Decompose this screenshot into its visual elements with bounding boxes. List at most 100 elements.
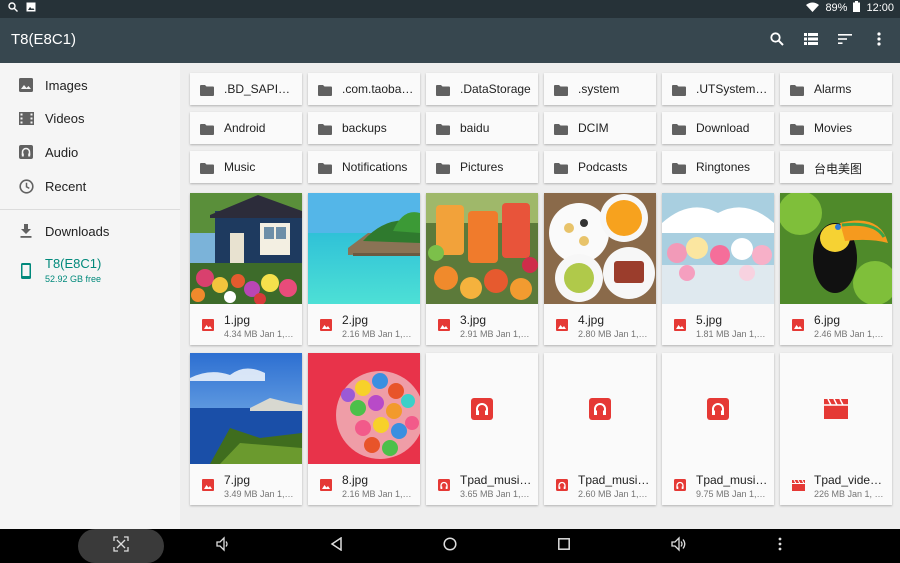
folder-item[interactable]: DCIM [544,112,656,144]
sidebar-item-audio[interactable]: Audio [0,137,180,167]
file-name: 6.jpg [814,313,841,327]
more-vert-icon[interactable] [870,30,888,48]
folder-item[interactable]: Ringtones [662,151,774,183]
folder-icon [790,161,804,179]
file-name: Tpad_music3.mp3 [696,473,768,487]
file-meta: 9.75 MB Jan 1, 2016 [696,489,768,499]
page-title: T8(E8C1) [11,31,77,48]
sort-icon[interactable] [836,30,854,48]
folder-icon [672,122,686,140]
file-meta: 3.49 MB Jan 1, 2016 [224,489,296,499]
sidebar-item-images[interactable]: Images [0,70,180,100]
folder-name: backups [342,121,387,135]
file-card[interactable]: 8.jpg 2.16 MB Jan 1, 2016 [308,353,420,505]
search-notification-icon [8,2,18,15]
folder-item[interactable]: .system [544,73,656,105]
folder-name: Notifications [342,160,408,174]
folder-name: baidu [460,121,490,135]
folder-icon [200,122,214,140]
video-file-icon [792,478,805,496]
folder-icon [200,161,214,179]
folder-name: Ringtones [696,160,751,174]
folder-item[interactable]: Movies [780,112,892,144]
folder-name: Alarms [814,82,852,96]
clock-time: 12:00 [866,2,894,14]
folder-icon [554,122,568,140]
file-meta: 2.60 MB Jan 1, 2016 [578,489,650,499]
image-file-icon [202,478,214,496]
folder-icon [318,122,332,140]
file-meta: 4.34 MB Jan 1, 2016 [224,329,296,339]
folder-item[interactable]: .DataStorage [426,73,538,105]
folder-item[interactable]: Android [190,112,302,144]
file-meta: 226 MB Jan 1, 2016 [814,489,886,499]
folder-name: .BD_SAPI_CACHE [224,82,296,96]
folder-icon [672,83,686,101]
folder-item[interactable]: Podcasts [544,151,656,183]
file-name: 1.jpg [224,313,251,327]
file-card[interactable]: 5.jpg 1.81 MB Jan 1, 2016 [662,193,774,345]
folder-item[interactable]: Pictures [426,151,538,183]
folder-item[interactable]: Music [190,151,302,183]
image-icon [18,77,34,93]
volume-up-button[interactable] [661,529,695,563]
file-meta: 2.80 MB Jan 1, 2016 [578,329,650,339]
folder-icon [436,83,450,101]
file-card[interactable]: 3.jpg 2.91 MB Jan 1, 2016 [426,193,538,345]
folder-item[interactable]: .BD_SAPI_CACHE [190,73,302,105]
folder-name: .system [578,82,620,96]
folder-item[interactable]: .com.taobao.dp [308,73,420,105]
sidebar-item-device[interactable]: T8(E8C1) 52.92 GB free [0,254,180,288]
sidebar-item-recent[interactable]: Recent [0,171,180,201]
folder-icon [790,83,804,101]
file-card[interactable]: 4.jpg 2.80 MB Jan 1, 2016 [544,193,656,345]
volume-down-icon [215,535,231,557]
folder-icon [436,161,450,179]
back-button[interactable] [320,529,354,563]
folder-item[interactable]: backups [308,112,420,144]
home-button[interactable] [433,529,467,563]
sidebar-item-videos[interactable]: Videos [0,103,180,133]
folder-icon [672,161,686,179]
screenshot-button[interactable] [78,529,164,563]
folder-item[interactable]: Notifications [308,151,420,183]
folder-item[interactable]: Download [662,112,774,144]
file-card[interactable]: Tpad_music3.mp3 9.75 MB Jan 1, 2016 [662,353,774,505]
folder-icon [790,122,804,140]
file-card[interactable]: 1.jpg 4.34 MB Jan 1, 2016 [190,193,302,345]
file-card[interactable]: 6.jpg 2.46 MB Jan 1, 2016 [780,193,892,345]
file-card[interactable]: Tpad_video.mp4 226 MB Jan 1, 2016 [780,353,892,505]
list-view-icon[interactable] [802,30,820,48]
sidebar-item-downloads[interactable]: Downloads [0,216,180,246]
file-card[interactable]: 7.jpg 3.49 MB Jan 1, 2016 [190,353,302,505]
volume-down-button[interactable] [206,529,240,563]
file-card[interactable]: Tpad_music2.mp3 2.60 MB Jan 1, 2016 [544,353,656,505]
file-meta: 3.65 MB Jan 1, 2016 [460,489,532,499]
search-icon[interactable] [768,30,786,48]
file-grid: .BD_SAPI_CACHE .com.taobao.dp .DataStorage… [180,63,900,529]
folder-item[interactable]: 台电美图 [780,151,892,183]
folder-name: Podcasts [578,160,628,174]
screenshot-icon [113,535,129,557]
file-card[interactable]: Tpad_music1.mp3 3.65 MB Jan 1, 2016 [426,353,538,505]
nav-more-button[interactable] [763,529,797,563]
folder-item[interactable]: baidu [426,112,538,144]
wifi-icon [806,2,820,15]
file-name: 2.jpg [342,313,369,327]
recents-button[interactable] [547,529,581,563]
folder-item[interactable]: .UTSystemConfig [662,73,774,105]
image-thumbnail [308,353,420,464]
image-file-icon [674,318,686,336]
navigation-bar [0,529,900,563]
folder-name: Music [224,160,256,174]
file-name: 8.jpg [342,473,369,487]
sidebar-item-label: Videos [45,110,85,126]
folder-name: Download [696,121,750,135]
phone-icon [18,263,34,279]
image-thumbnail [190,353,302,464]
audio-file-icon [438,478,450,496]
more-vert-icon [778,537,782,556]
battery-level: 89% [825,2,848,14]
file-card[interactable]: 2.jpg 2.16 MB Jan 1, 2016 [308,193,420,345]
folder-item[interactable]: Alarms [780,73,892,105]
